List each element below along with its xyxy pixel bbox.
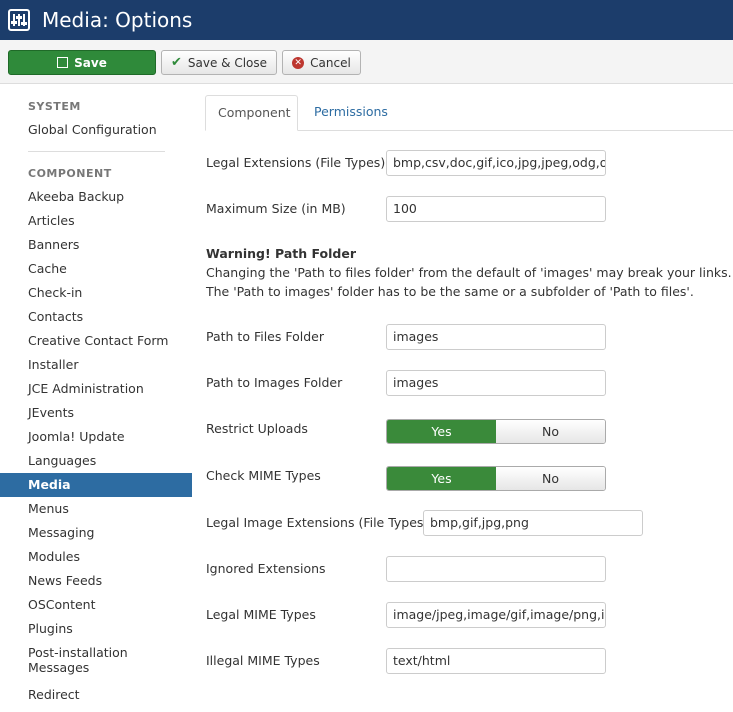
header-bar: Media: Options — [0, 0, 733, 40]
sidebar-item-creative-contact-form[interactable]: Creative Contact Form — [0, 329, 192, 353]
options-icon — [8, 9, 30, 31]
legal-image-extensions-label: Legal Image Extensions (File Types) — [206, 515, 429, 530]
sidebar-item-languages[interactable]: Languages — [0, 449, 192, 473]
check-mime-no-option[interactable]: No — [496, 467, 605, 490]
component-heading: COMPONENT — [28, 167, 112, 180]
edit-icon — [57, 57, 69, 68]
sidebar-item-installer[interactable]: Installer — [0, 353, 192, 377]
sidebar-item-messages[interactable]: Messages — [0, 659, 192, 679]
sidebar-item-jce-administration[interactable]: JCE Administration — [0, 377, 192, 401]
system-heading: SYSTEM — [28, 100, 81, 113]
restrict-no-option[interactable]: No — [496, 420, 605, 443]
sidebar-item-redirect[interactable]: Redirect — [0, 683, 192, 707]
legal-extensions-label: Legal Extensions (File Types) — [206, 155, 386, 170]
sidebar-item-check-in[interactable]: Check-in — [0, 281, 192, 305]
sidebar-item-menus[interactable]: Menus — [0, 497, 192, 521]
images-folder-label: Path to Images Folder — [206, 375, 343, 390]
sidebar-item-joomla-update[interactable]: Joomla! Update — [0, 425, 192, 449]
warning-line-2: The 'Path to images' folder has to be th… — [206, 284, 694, 299]
sidebar-item-jevents[interactable]: JEvents — [0, 401, 192, 425]
save-label: Save — [74, 55, 107, 70]
toolbar: Save ✔ Save & Close ✕ Cancel — [0, 40, 733, 84]
restrict-uploads-toggle: Yes No — [386, 419, 606, 444]
legal-image-extensions-input[interactable]: bmp,gif,jpg,png — [423, 510, 643, 536]
sidebar-item-modules[interactable]: Modules — [0, 545, 192, 569]
check-mime-yes-option[interactable]: Yes — [387, 467, 496, 490]
ignored-extensions-label: Ignored Extensions — [206, 561, 326, 576]
sidebar-divider — [28, 151, 165, 152]
check-mime-label: Check MIME Types — [206, 468, 321, 483]
restrict-uploads-label: Restrict Uploads — [206, 421, 308, 436]
images-folder-input[interactable]: images — [386, 370, 606, 396]
cancel-label: Cancel — [310, 55, 351, 70]
sidebar-item-media[interactable]: Media — [0, 473, 192, 497]
cancel-button[interactable]: ✕ Cancel — [282, 50, 361, 75]
legal-extensions-input[interactable]: bmp,csv,doc,gif,ico,jpg,jpeg,odg,odp — [386, 150, 606, 176]
files-folder-input[interactable]: images — [386, 324, 606, 350]
ignored-extensions-input[interactable] — [386, 556, 606, 582]
maximum-size-label: Maximum Size (in MB) — [206, 201, 346, 216]
sidebar-item-oscontent[interactable]: OSContent — [0, 593, 192, 617]
save-close-button[interactable]: ✔ Save & Close — [161, 50, 277, 75]
restrict-yes-option[interactable]: Yes — [387, 420, 496, 443]
page-title: Media: Options — [42, 8, 193, 32]
check-mime-toggle: Yes No — [386, 466, 606, 491]
maximum-size-input[interactable]: 100 — [386, 196, 606, 222]
warning-title: Warning! Path Folder — [206, 246, 357, 261]
sidebar-item-news-feeds[interactable]: News Feeds — [0, 569, 192, 593]
sidebar-item-akeeba-backup[interactable]: Akeeba Backup — [0, 185, 192, 209]
files-folder-label: Path to Files Folder — [206, 329, 324, 344]
sidebar-item-banners[interactable]: Banners — [0, 233, 192, 257]
sidebar-item-contacts[interactable]: Contacts — [0, 305, 192, 329]
sidebar-item-plugins[interactable]: Plugins — [0, 617, 192, 641]
illegal-mime-types-label: Illegal MIME Types — [206, 653, 320, 668]
cancel-icon: ✕ — [292, 56, 305, 69]
warning-line-1: Changing the 'Path to files folder' from… — [206, 265, 732, 280]
sidebar-item-articles[interactable]: Articles — [0, 209, 192, 233]
sidebar-item-cache[interactable]: Cache — [0, 257, 192, 281]
save-button[interactable]: Save — [8, 50, 156, 75]
sidebar-item-messaging[interactable]: Messaging — [0, 521, 192, 545]
check-icon: ✔ — [170, 55, 182, 70]
tab-bar: Component Permissions — [205, 95, 733, 131]
legal-mime-types-label: Legal MIME Types — [206, 607, 316, 622]
save-close-label: Save & Close — [187, 55, 268, 70]
illegal-mime-types-input[interactable]: text/html — [386, 648, 606, 674]
legal-mime-types-input[interactable]: image/jpeg,image/gif,image/png,image/bmp — [386, 602, 606, 628]
tab-permissions[interactable]: Permissions — [302, 95, 400, 131]
tab-component[interactable]: Component — [205, 95, 298, 131]
sidebar-item-global-configuration[interactable]: Global Configuration — [0, 118, 192, 142]
